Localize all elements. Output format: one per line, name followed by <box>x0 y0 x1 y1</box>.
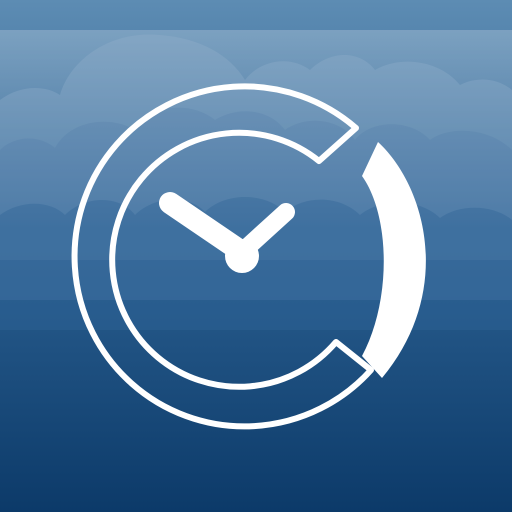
cloud-highlight <box>0 30 512 230</box>
clock-center <box>225 239 259 273</box>
app-icon-artwork <box>0 0 512 512</box>
app-icon <box>0 0 512 512</box>
